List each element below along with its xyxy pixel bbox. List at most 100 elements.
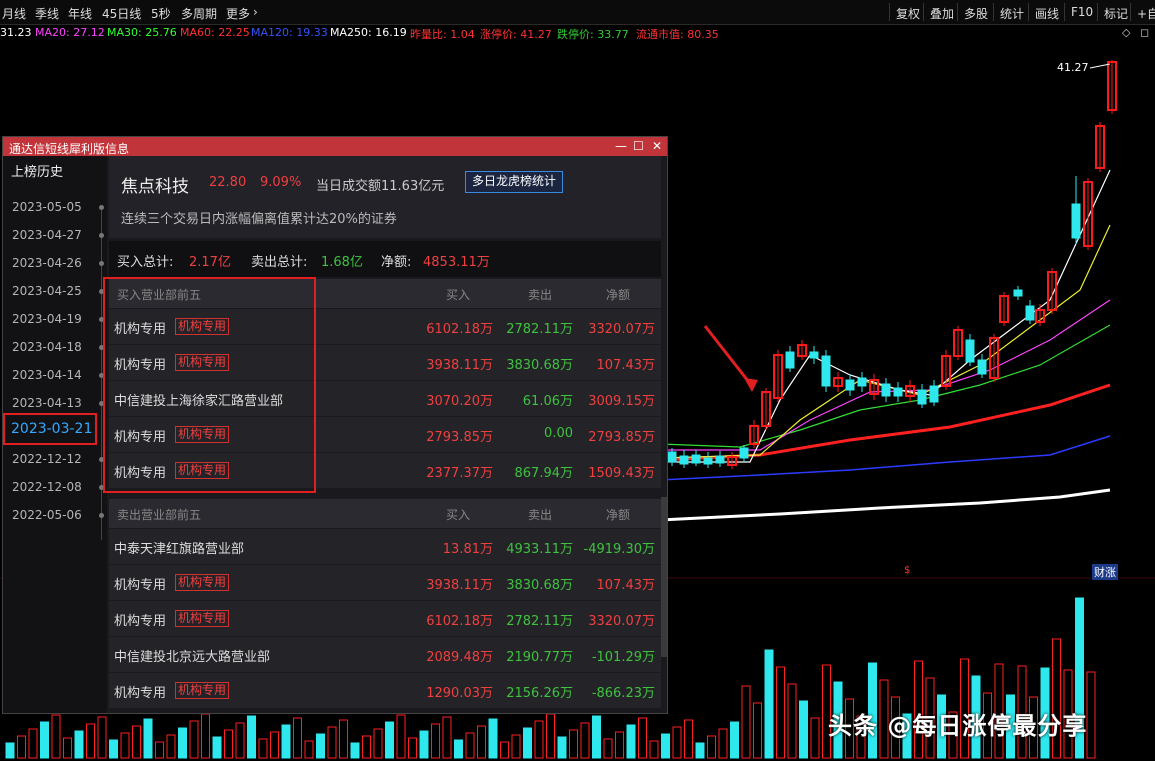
ma5-line <box>660 169 1111 463</box>
history-date[interactable]: 2023-04-19 <box>12 312 82 326</box>
volume-bar <box>373 728 383 759</box>
institution-tag: 机构专用 <box>175 574 230 591</box>
volume-bar <box>258 738 268 759</box>
volume-bar <box>799 700 808 759</box>
candle-body <box>785 351 795 369</box>
history-date[interactable]: 2022-12-12 <box>12 452 82 466</box>
panel-titlebar[interactable]: 通达信短线犀利版信息 — ☐ ✕ <box>3 137 667 156</box>
timeline-dot <box>99 513 104 518</box>
candle-body <box>893 387 903 397</box>
buy-amount: 2793.85万 <box>426 430 493 445</box>
volume-bar <box>178 727 187 759</box>
max-price-label: 41.27 <box>1057 61 1089 74</box>
volume-bar <box>247 715 256 759</box>
net-amount: 107.43万 <box>596 358 656 373</box>
history-date[interactable]: 2023-04-18 <box>12 340 82 354</box>
net-amount: 2793.85万 <box>588 430 655 445</box>
sell-amount: 3830.68万 <box>506 358 573 373</box>
sell-total-label: 卖出总计: <box>251 255 308 270</box>
summary-row: 买入总计: 2.17亿 卖出总计: 1.68亿 净额: 4853.11万 <box>109 241 661 277</box>
candle-body <box>667 451 677 463</box>
table-row[interactable]: 中信建投北京远大路营业部 2089.48万 2190.77万 -101.29万 <box>109 636 661 672</box>
arrow-annotation <box>703 325 754 387</box>
volume-bar <box>626 724 636 759</box>
volume-bar <box>776 666 785 759</box>
sell-amount: 3830.68万 <box>506 578 573 593</box>
volume-bar <box>580 722 590 759</box>
table-row[interactable]: 机构专用 机构专用 3938.11万 3830.68万 107.43万 <box>109 564 661 600</box>
net-amount: 1509.43万 <box>588 466 655 481</box>
history-date[interactable]: 2023-04-26 <box>12 256 82 270</box>
volume-bar <box>477 725 486 759</box>
history-date[interactable]: 2022-05-06 <box>12 508 82 522</box>
candle-body <box>821 355 831 387</box>
history-date[interactable]: 2023-04-13 <box>12 396 82 410</box>
sell-amount: 2190.77万 <box>506 650 573 665</box>
maximize-icon[interactable]: ☐ <box>633 139 644 153</box>
table-row[interactable]: 机构专用 机构专用 6102.18万 2782.11万 3320.07万 <box>109 600 661 636</box>
sell-amount: 2782.11万 <box>506 322 573 337</box>
branch-name: 机构专用 <box>114 614 167 629</box>
volume-bar <box>431 723 440 759</box>
finance-badge[interactable]: 财涨 <box>1092 564 1118 580</box>
volume-bar <box>534 720 544 759</box>
table-row[interactable]: 机构专用 机构专用 1290.03万 2156.26万 -866.23万 <box>109 672 661 708</box>
volume-bar <box>132 725 141 759</box>
multi-day-stats-button[interactable]: 多日龙虎榜统计 <box>465 171 564 193</box>
volume-bar <box>28 728 38 759</box>
volume-bar <box>465 732 475 759</box>
volume-bar <box>511 734 521 759</box>
candle-body <box>845 379 855 391</box>
volume-bar <box>718 728 728 759</box>
volume-bar <box>304 740 314 759</box>
volume-bar <box>1086 671 1096 759</box>
timeline-dot <box>99 261 104 266</box>
volume-bar <box>212 736 222 759</box>
volume-bar <box>454 739 463 759</box>
net-amount: 3320.07万 <box>588 322 655 337</box>
volume-bar <box>741 685 751 759</box>
volume-bar <box>51 714 61 759</box>
history-date-selected[interactable]: 2023-03-21 <box>3 413 97 445</box>
history-date[interactable]: 2022-12-08 <box>12 480 82 494</box>
volume-bar <box>235 722 245 759</box>
volume-bar <box>603 738 613 759</box>
volume-bar <box>74 730 84 759</box>
volume-bar <box>293 717 302 759</box>
ma250-line <box>659 488 1111 522</box>
volume-bar <box>316 733 325 759</box>
timeline-dot <box>99 233 104 238</box>
buy-amount: 2089.48万 <box>426 650 493 665</box>
volume-bar <box>810 717 820 759</box>
close-icon[interactable]: ✕ <box>652 139 662 153</box>
volume-bar <box>500 741 509 759</box>
volume-bar <box>166 734 176 759</box>
net-amount: 107.43万 <box>596 578 656 593</box>
history-date[interactable]: 2023-04-25 <box>12 284 82 298</box>
minimize-icon[interactable]: — <box>615 139 627 153</box>
volume-bar <box>281 724 291 759</box>
sell-amount: 867.94万 <box>514 466 574 481</box>
volume-bar <box>730 721 739 759</box>
header-net: 净额 <box>606 508 631 522</box>
stock-summary-card: 焦点科技 22.80 9.09% 当日成交额11.63亿元 多日龙虎榜统计 连续… <box>109 156 661 238</box>
selected-date-label: 2023-03-21 <box>11 421 93 437</box>
candle-body <box>739 447 749 459</box>
dollar-marker: $ <box>904 565 911 576</box>
institution-tag: 机构专用 <box>175 610 230 627</box>
history-date[interactable]: 2023-04-27 <box>12 228 82 242</box>
sell-amount: 2782.11万 <box>506 614 573 629</box>
volume-bar <box>201 713 210 759</box>
volume-bar <box>557 736 567 759</box>
volume-bar <box>488 718 498 759</box>
watermark: 头条 @每日涨停最分享 <box>828 712 1088 740</box>
volume-bar <box>5 742 15 759</box>
candle-body <box>715 455 725 464</box>
scrollbar[interactable] <box>661 497 667 657</box>
stock-price: 22.80 <box>209 175 247 190</box>
table-row[interactable]: 中泰天津红旗路营业部 13.81万 4933.11万 -4919.30万 <box>109 528 661 564</box>
history-date[interactable]: 2023-04-14 <box>12 368 82 382</box>
history-date[interactable]: 2023-05-05 <box>12 200 82 214</box>
volume-bar <box>764 649 774 759</box>
volume-bar <box>97 716 107 759</box>
